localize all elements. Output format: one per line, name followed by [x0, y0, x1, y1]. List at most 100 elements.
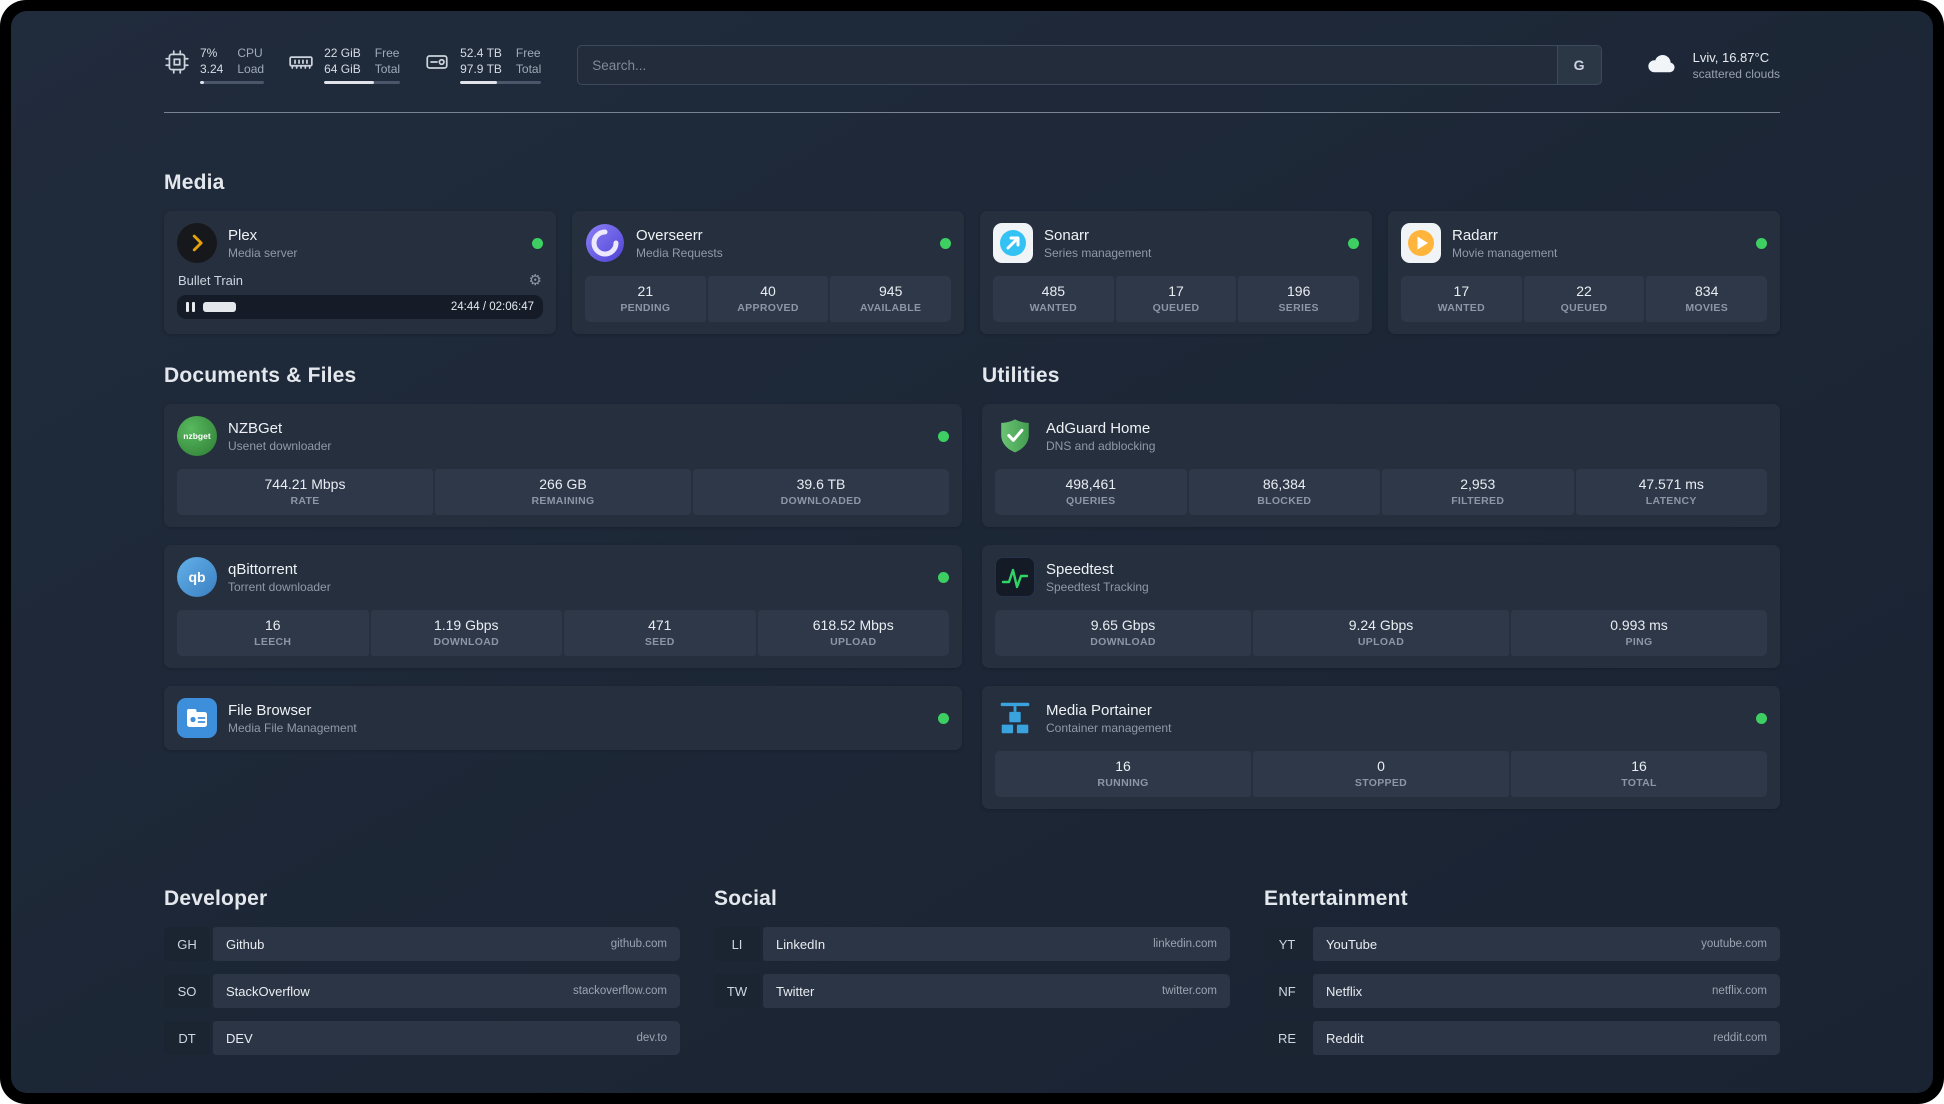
bookmark-dev[interactable]: DT DEV dev.to — [164, 1021, 680, 1055]
bookmark-name: DEV — [226, 1030, 253, 1046]
stat-queued: 22 QUEUED — [1523, 276, 1645, 322]
service-card-sonarr[interactable]: Sonarr Series management 485 WANTED 17 Q… — [980, 211, 1372, 334]
utilities-column: Utilities AdGuard Home DNS and adblockin… — [982, 334, 1780, 809]
gear-icon[interactable]: ⚙ — [529, 273, 542, 288]
cpu-label-primary: CPU — [237, 45, 263, 60]
media-cards-row: Plex Media server Bullet Train ⚙ 24:44 /… — [164, 211, 1780, 334]
service-card-filebrowser[interactable]: File Browser Media File Management — [164, 686, 962, 750]
section-title-entertainment: Entertainment — [1264, 887, 1408, 910]
service-name: Sonarr — [1044, 226, 1090, 244]
bookmark-domain: youtube.com — [1701, 938, 1767, 950]
pause-button[interactable] — [186, 302, 195, 312]
stat-downloaded: 39.6 TB DOWNLOADED — [693, 469, 949, 515]
plex-icon — [177, 223, 217, 263]
documents-column: Documents & Files nzbget NZBGet Usenet d… — [164, 334, 962, 750]
playback-row: 24:44 / 02:06:47 — [177, 295, 543, 319]
bookmark-abbr: RE — [1264, 1021, 1310, 1055]
stat-leech: 16 LEECH — [177, 610, 369, 656]
service-card-portainer[interactable]: Media Portainer Container management 16 … — [982, 686, 1780, 809]
stat-stopped: 0 STOPPED — [1253, 751, 1509, 797]
service-desc: Container management — [1046, 720, 1172, 735]
adguard-icon — [995, 416, 1035, 456]
stats-row: 21 PENDING 40 APPROVED 945 AVAILABLE — [585, 276, 952, 322]
stat-movies: 834 MOVIES — [1646, 276, 1768, 322]
stat-upload: 9.24 Gbps UPLOAD — [1253, 610, 1509, 656]
service-card-overseerr[interactable]: Overseerr Media Requests 21 PENDING 40 A… — [572, 211, 964, 334]
memory-free-value: 22 GiB — [324, 45, 361, 60]
bookmark-youtube[interactable]: YT YouTube youtube.com — [1264, 927, 1780, 961]
service-card-radarr[interactable]: Radarr Movie management 17 WANTED 22 QUE… — [1388, 211, 1780, 334]
stat-remaining: 266 GB REMAINING — [435, 469, 691, 515]
cloud-icon — [1640, 46, 1682, 85]
bookmark-stackoverflow[interactable]: SO StackOverflow stackoverflow.com — [164, 974, 680, 1008]
bookmark-linkedin[interactable]: LI LinkedIn linkedin.com — [714, 927, 1230, 961]
ram-icon — [288, 46, 314, 84]
status-dot — [1756, 237, 1767, 249]
service-desc: Media File Management — [228, 720, 357, 735]
bookmark-abbr: NF — [1264, 974, 1310, 1008]
bookmark-name: Github — [226, 936, 265, 952]
memory-progress-fill — [324, 81, 375, 85]
service-card-plex[interactable]: Plex Media server Bullet Train ⚙ 24:44 /… — [164, 211, 556, 334]
service-card-nzbget[interactable]: nzbget NZBGet Usenet downloader 744.21 M… — [164, 404, 962, 527]
service-desc: Torrent downloader — [228, 579, 331, 594]
service-card-qbittorrent[interactable]: qb qBittorrent Torrent downloader 16 LEE… — [164, 545, 962, 668]
stat-latency: 47.571 ms LATENCY — [1575, 469, 1767, 515]
weather-location: Lviv, 16.87°C — [1692, 49, 1770, 65]
service-name: NZBGet — [228, 419, 283, 437]
bookmark-abbr: LI — [714, 927, 760, 961]
stats-row: 744.21 Mbps RATE 266 GB REMAINING 39.6 T… — [177, 469, 949, 515]
bookmark-github[interactable]: GH Github github.com — [164, 927, 680, 961]
stat-ping: 0.993 ms PING — [1511, 610, 1767, 656]
playback-progress-bar[interactable] — [202, 302, 443, 312]
bookmark-abbr: SO — [164, 974, 210, 1008]
portainer-icon — [995, 698, 1035, 738]
bookmark-domain: linkedin.com — [1153, 938, 1217, 950]
stats-row: 17 WANTED 22 QUEUED 834 MOVIES — [1401, 276, 1768, 322]
weather-condition: scattered clouds — [1692, 66, 1780, 81]
search-input[interactable] — [578, 46, 1557, 84]
bookmark-domain: twitter.com — [1162, 985, 1217, 997]
search-bar: G — [577, 45, 1602, 85]
bookmark-domain: netflix.com — [1712, 985, 1767, 997]
bookmark-netflix[interactable]: NF Netflix netflix.com — [1264, 974, 1780, 1008]
filebrowser-icon — [177, 698, 217, 738]
stat-running: 16 RUNNING — [995, 751, 1251, 797]
bookmark-twitter[interactable]: TW Twitter twitter.com — [714, 974, 1230, 1008]
now-playing-title: Bullet Train — [178, 273, 244, 288]
search-engine-button[interactable]: G — [1556, 46, 1601, 84]
stat-total: 16 TOTAL — [1511, 751, 1767, 797]
service-name: Radarr — [1452, 226, 1498, 244]
status-dot — [938, 430, 949, 442]
stats-row: 9.65 Gbps DOWNLOAD 9.24 Gbps UPLOAD 0.99… — [995, 610, 1767, 656]
stat-upload: 618.52 Mbps UPLOAD — [757, 610, 949, 656]
section-title-social: Social — [714, 887, 778, 910]
bookmark-abbr: GH — [164, 927, 210, 961]
stat-pending: 21 PENDING — [585, 276, 706, 322]
disk-label-secondary: Total — [515, 61, 542, 76]
memory-widget: 22 GiB Free 64 GiB Total — [288, 45, 401, 85]
overseerr-icon — [585, 223, 625, 263]
nzbget-icon: nzbget — [177, 416, 217, 456]
stat-series: 196 SERIES — [1238, 276, 1360, 322]
sonarr-icon — [993, 223, 1033, 263]
bookmark-reddit[interactable]: RE Reddit reddit.com — [1264, 1021, 1780, 1055]
bookmark-domain: github.com — [610, 938, 667, 950]
status-dot — [938, 571, 949, 583]
service-card-adguard[interactable]: AdGuard Home DNS and adblocking 498,461 … — [982, 404, 1780, 527]
service-name: Overseerr — [636, 226, 703, 244]
cpu-usage-value: 7% — [200, 45, 218, 60]
section-title-media: Media — [164, 171, 225, 194]
status-dot — [940, 237, 951, 249]
service-card-speedtest[interactable]: Speedtest Speedtest Tracking 9.65 Gbps D… — [982, 545, 1780, 668]
stats-row: 16 LEECH 1.19 Gbps DOWNLOAD 471 SEED 618… — [177, 610, 949, 656]
status-dot — [1348, 237, 1359, 249]
bookmark-domain: stackoverflow.com — [573, 985, 667, 997]
stat-wanted: 485 WANTED — [993, 276, 1114, 322]
stat-download: 1.19 Gbps DOWNLOAD — [370, 610, 562, 656]
cpu-progress-fill — [200, 81, 205, 85]
stat-wanted: 17 WANTED — [1401, 276, 1522, 322]
service-desc: Speedtest Tracking — [1046, 579, 1149, 594]
status-dot — [938, 712, 949, 724]
stat-seed: 471 SEED — [564, 610, 756, 656]
